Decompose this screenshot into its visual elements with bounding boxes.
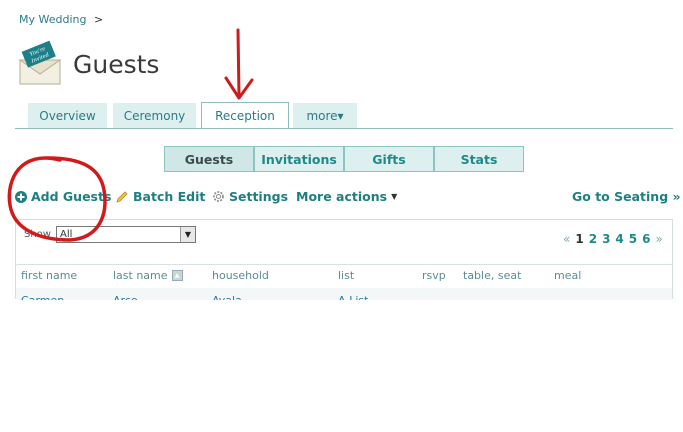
column-header-rsvp[interactable]: rsvp: [422, 269, 446, 282]
go-to-seating-link[interactable]: Go to Seating »: [572, 189, 681, 204]
cell-first-name[interactable]: Carmen: [21, 295, 64, 300]
pager-next[interactable]: »: [656, 232, 663, 246]
pager-page-6[interactable]: 6: [642, 232, 650, 246]
show-filter-value: All: [60, 229, 73, 240]
settings-button[interactable]: Settings: [212, 189, 288, 204]
breadcrumb-separator: >: [93, 13, 104, 26]
settings-label: Settings: [229, 189, 289, 204]
column-header-last-name-label: last name: [113, 269, 168, 282]
cell-list[interactable]: A-List: [338, 295, 368, 300]
gear-icon: [213, 191, 224, 202]
more-actions-dropdown[interactable]: More actions ▼: [296, 189, 397, 204]
show-filter-label: Show: [24, 229, 51, 240]
subtab-gifts[interactable]: Gifts: [344, 146, 434, 172]
plus-circle-icon: [15, 190, 27, 203]
batch-edit-button[interactable]: Batch Edit: [115, 189, 205, 204]
breadcrumb: My Wedding >: [19, 13, 103, 26]
annotation-arrow-icon: [224, 28, 254, 100]
batch-edit-label: Batch Edit: [133, 189, 206, 204]
pager-page-1[interactable]: 1: [575, 232, 583, 246]
sort-icon[interactable]: ▲: [171, 270, 183, 281]
cell-last-name[interactable]: Arce: [113, 295, 138, 300]
pagination: « 1 2 3 4 5 6 »: [563, 232, 663, 246]
column-header-table-seat[interactable]: table, seat: [463, 269, 521, 282]
page-title: Guests: [73, 50, 160, 79]
caret-down-icon: ▼: [391, 192, 398, 201]
column-header-household[interactable]: household: [212, 269, 269, 282]
tab-more[interactable]: more▾: [293, 103, 357, 128]
cell-household[interactable]: Ayala: [212, 295, 242, 300]
tab-ceremony[interactable]: Ceremony: [113, 103, 196, 128]
pager-page-3[interactable]: 3: [602, 232, 610, 246]
column-header-list[interactable]: list: [338, 269, 354, 282]
column-header-last-name[interactable]: last name ▲: [113, 269, 183, 282]
add-guests-label: Add Guests: [31, 189, 112, 204]
envelope-logo-icon: You're Invited: [18, 40, 62, 85]
more-actions-label: More actions: [296, 189, 388, 204]
breadcrumb-link-my-wedding[interactable]: My Wedding: [19, 13, 86, 26]
subtab-guests[interactable]: Guests: [164, 146, 254, 172]
pencil-icon: [116, 190, 128, 203]
pager-prev[interactable]: «: [563, 232, 570, 246]
chevron-down-icon[interactable]: ▼: [180, 227, 195, 242]
tab-overview[interactable]: Overview: [28, 103, 107, 128]
column-header-first-name[interactable]: first name: [21, 269, 77, 282]
column-header-meal[interactable]: meal: [554, 269, 581, 282]
subtab-stats[interactable]: Stats: [434, 146, 524, 172]
show-filter-select[interactable]: All ▼: [56, 226, 196, 243]
pager-page-2[interactable]: 2: [589, 232, 597, 246]
add-guests-button[interactable]: Add Guests: [15, 189, 111, 204]
tab-divider: [15, 128, 673, 129]
pager-page-5[interactable]: 5: [629, 232, 637, 246]
subtab-invitations[interactable]: Invitations: [254, 146, 344, 172]
tab-reception[interactable]: Reception: [201, 102, 289, 128]
pager-page-4[interactable]: 4: [615, 232, 623, 246]
